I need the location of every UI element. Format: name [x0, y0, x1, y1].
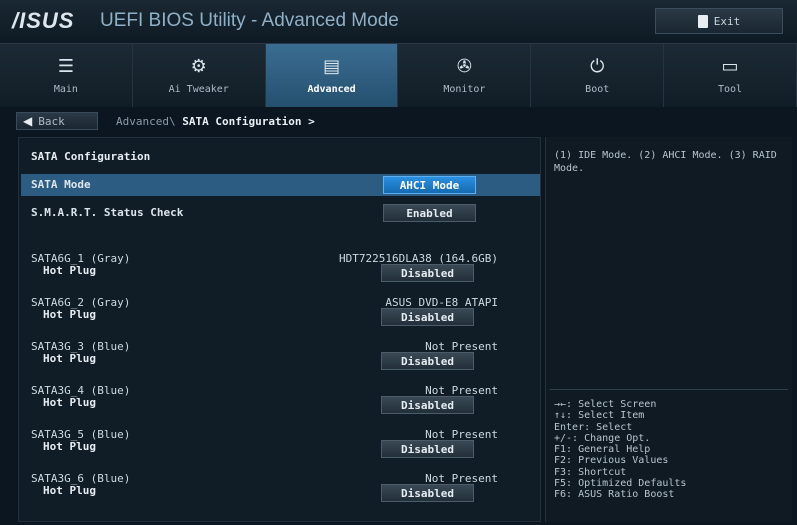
hot-plug-select[interactable]: Disabled [381, 396, 474, 414]
back-button[interactable]: ◀ Back [16, 112, 98, 130]
tab-advanced[interactable]: ▤ Advanced [265, 44, 399, 107]
list-icon: ☰ [57, 56, 74, 77]
sata-port-2: SATA6G_2 (Gray) ASUS DVD-E8 ATAPI Hot Pl… [31, 296, 536, 330]
key-hint: F2: Previous Values [554, 455, 669, 467]
sata-mode-row[interactable]: SATA Mode AHCI Mode [21, 174, 540, 196]
hot-plug-select[interactable]: Disabled [381, 484, 474, 502]
breadcrumb-prefix: Advanced\ [116, 114, 176, 128]
key-hint: F5: Optimized Defaults [554, 478, 687, 490]
hot-plug-select[interactable]: Disabled [381, 308, 474, 326]
tab-label: Tool [718, 84, 743, 95]
sata-port-4: SATA3G_4 (Blue) Not Present Hot Plug Dis… [31, 384, 536, 418]
hot-plug-label: Hot Plug [43, 352, 96, 365]
exit-label: Exit [713, 14, 741, 28]
hot-plug-label: Hot Plug [43, 264, 96, 277]
key-hint: ↑↓: Select Item [554, 410, 645, 422]
tab-main[interactable]: ☰ Main [0, 44, 133, 107]
key-legend: →←: Select Screen ↑↓: Select Item Enter:… [554, 399, 686, 501]
key-hint: Enter: Select [554, 421, 633, 433]
tab-tool[interactable]: ▭ Tool [664, 44, 797, 107]
tab-label: Ai Tweaker [168, 84, 229, 95]
sata-port-1: SATA6G_1 (Gray) HDT722516DLA38 (164.6GB)… [31, 252, 536, 286]
key-hint: F3: Shortcut [554, 466, 627, 478]
window-title: UEFI BIOS Utility - Advanced Mode [100, 10, 399, 31]
tab-label: Boot [585, 84, 610, 95]
hot-plug-label: Hot Plug [43, 440, 96, 453]
key-hint: +/-: Change Opt. [554, 432, 651, 444]
hot-plug-label: Hot Plug [43, 308, 96, 321]
breadcrumb: ◀ Back Advanced\ SATA Configuration > [0, 110, 545, 132]
settings-panel: SATA Configuration SATA Mode AHCI Mode S… [18, 137, 541, 522]
help-divider [550, 389, 788, 390]
hot-plug-select[interactable]: Disabled [381, 352, 474, 370]
asus-logo: /ISUS [12, 8, 75, 33]
page-title: SATA Configuration [31, 150, 151, 163]
sata-mode-label: SATA Mode [31, 178, 91, 191]
smart-label: S.M.A.R.T. Status Check [31, 206, 184, 219]
tool-icon: ▭ [721, 56, 739, 77]
tab-label: Main [53, 84, 78, 95]
tab-boot[interactable]: ⏻ Boot [531, 44, 665, 107]
key-hint: F1: General Help [554, 444, 651, 456]
hot-plug-select[interactable]: Disabled [381, 264, 474, 282]
hot-plug-label: Hot Plug [43, 484, 96, 497]
advanced-icon: ▤ [323, 56, 341, 77]
smart-select[interactable]: Enabled [383, 204, 476, 222]
back-label: Back [38, 114, 65, 128]
key-hint: F6: ASUS Ratio Boost [554, 489, 675, 501]
breadcrumb-path: Advanced\ SATA Configuration > [116, 115, 315, 128]
key-hint: →←: Select Screen [554, 399, 657, 410]
hot-plug-label: Hot Plug [43, 396, 96, 409]
power-icon: ⏻ [590, 56, 605, 77]
hot-plug-select[interactable]: Disabled [381, 440, 474, 458]
breadcrumb-current: SATA Configuration > [182, 114, 315, 128]
smart-row[interactable]: S.M.A.R.T. Status Check Enabled [21, 202, 540, 224]
sata-port-5: SATA3G_5 (Blue) Not Present Hot Plug Dis… [31, 428, 536, 462]
top-bar: /ISUS UEFI BIOS Utility - Advanced Mode … [0, 0, 797, 44]
tab-ai-tweaker[interactable]: ⚙ Ai Tweaker [132, 44, 266, 107]
tab-bar: ☰ Main ⚙ Ai Tweaker ▤ Advanced ✇ Monitor… [0, 44, 797, 107]
tab-label: Advanced [307, 84, 356, 95]
tab-label: Monitor [443, 84, 486, 95]
door-icon [697, 14, 708, 28]
sata-port-6: SATA3G_6 (Blue) Not Present Hot Plug Dis… [31, 472, 536, 506]
sata-port-3: SATA3G_3 (Blue) Not Present Hot Plug Dis… [31, 340, 536, 374]
exit-button[interactable]: Exit [655, 8, 783, 34]
sata-mode-select[interactable]: AHCI Mode [383, 176, 476, 194]
help-panel: (1) IDE Mode. (2) AHCI Mode. (3) RAID Mo… [545, 137, 792, 522]
monitor-icon: ✇ [456, 56, 472, 77]
tab-monitor[interactable]: ✇ Monitor [398, 44, 532, 107]
tweaker-icon: ⚙ [190, 56, 207, 77]
back-arrow-icon: ◀ [23, 114, 33, 128]
help-description: (1) IDE Mode. (2) AHCI Mode. (3) RAID Mo… [554, 150, 777, 174]
